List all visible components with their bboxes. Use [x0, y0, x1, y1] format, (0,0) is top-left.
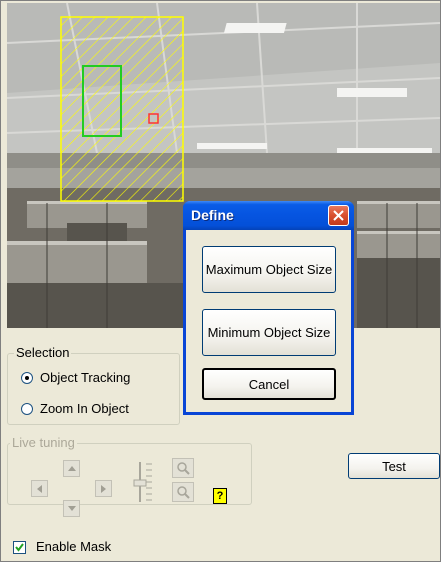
arrow-down-icon	[67, 506, 76, 511]
zoom-in-button[interactable]	[172, 458, 194, 478]
radio-object-tracking[interactable]: Object Tracking	[21, 370, 130, 385]
magnifier-plus-icon	[177, 462, 190, 475]
pan-right-button[interactable]	[95, 480, 112, 497]
cancel-button-label: Cancel	[248, 376, 290, 392]
dialog-title-bar[interactable]: Define	[183, 201, 354, 230]
minimum-object-size-button[interactable]: Minimum Object Size	[202, 309, 336, 356]
radio-button-selected[interactable]	[21, 371, 33, 384]
arrow-left-icon	[37, 484, 42, 493]
test-button-label: Test	[382, 458, 406, 474]
arrow-right-icon	[101, 484, 106, 493]
cancel-button[interactable]: Cancel	[202, 368, 336, 400]
zoom-out-button[interactable]	[172, 482, 194, 502]
main-window: Selection Object Tracking Zoom In Object…	[0, 0, 441, 562]
close-button[interactable]	[328, 205, 349, 226]
radio-label: Object Tracking	[40, 370, 131, 385]
dialog-title: Define	[191, 207, 234, 223]
radio-label: Zoom In Object	[40, 401, 129, 416]
help-icon[interactable]: ?	[213, 488, 227, 504]
arrow-up-icon	[67, 466, 76, 471]
radio-button[interactable]	[21, 402, 33, 415]
radio-zoom-in-object[interactable]: Zoom In Object	[21, 401, 129, 416]
checkmark-icon	[15, 543, 24, 552]
enable-mask-label: Enable Mask	[36, 539, 112, 554]
maximum-object-size-label: Maximum Object Size	[205, 262, 333, 277]
define-dialog: Define Maximum Object Size Minimum Objec…	[183, 201, 354, 415]
zoom-slider[interactable]	[132, 458, 162, 508]
selection-title: Selection	[14, 345, 72, 360]
enable-mask-checkbox[interactable]	[13, 541, 26, 554]
close-icon	[333, 210, 344, 221]
maximum-object-size-button[interactable]: Maximum Object Size	[202, 246, 336, 293]
magnifier-minus-icon	[177, 486, 190, 499]
live-tuning-title: Live tuning	[10, 435, 77, 450]
minimum-object-size-label: Minimum Object Size	[207, 325, 331, 340]
pan-down-button[interactable]	[63, 500, 80, 517]
pan-left-button[interactable]	[31, 480, 48, 497]
pan-up-button[interactable]	[63, 460, 80, 477]
test-button[interactable]: Test	[348, 453, 440, 479]
